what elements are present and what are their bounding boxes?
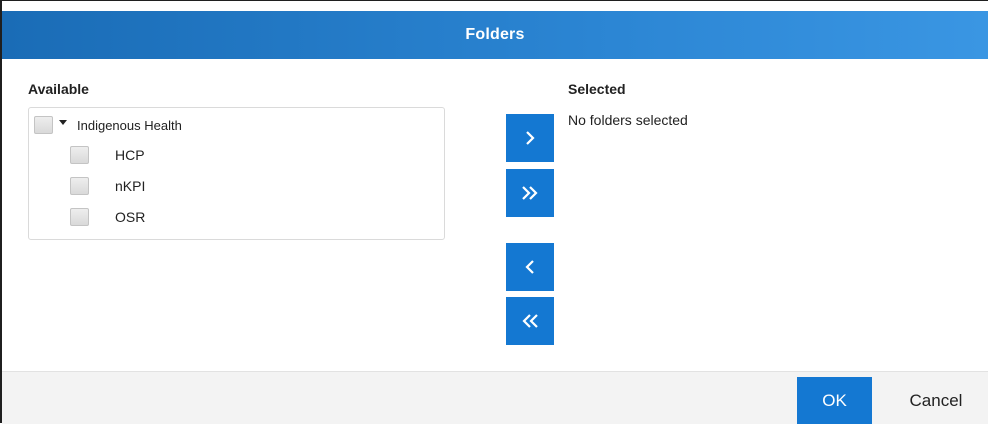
double-chevron-right-icon: [522, 186, 538, 200]
remove-all-button[interactable]: [506, 297, 554, 345]
tree-node-root: Indigenous Health: [34, 116, 182, 134]
double-chevron-left-icon: [522, 314, 538, 328]
caret-down-icon[interactable]: [59, 119, 67, 125]
checkbox-osr[interactable]: [70, 208, 89, 226]
selected-empty-text: No folders selected: [568, 112, 688, 128]
dialog-titlebar: Folders: [2, 11, 988, 59]
tree-node-label-osr: OSR: [115, 209, 146, 225]
tree-node-label-hcp: HCP: [115, 147, 145, 163]
chevron-right-icon: [526, 131, 535, 145]
selected-label: Selected: [568, 81, 626, 97]
tree-node-child: OSR: [70, 208, 145, 226]
ok-button[interactable]: OK: [797, 377, 872, 424]
tree-node-child: nKPI: [70, 177, 145, 195]
checkbox-nkpi[interactable]: [70, 177, 89, 195]
available-folders-tree: Indigenous Health HCP nKPI OSR: [28, 107, 445, 240]
tree-node-label-nkpi: nKPI: [115, 178, 146, 194]
tree-node-child: HCP: [70, 146, 145, 164]
move-selected-button[interactable]: [506, 114, 554, 162]
tree-node-label-indigenous-health: Indigenous Health: [77, 117, 182, 133]
chevron-left-icon: [525, 260, 534, 274]
remove-selected-button[interactable]: [506, 243, 554, 291]
move-all-button[interactable]: [506, 169, 554, 217]
checkbox-indigenous-health[interactable]: [34, 116, 53, 134]
dialog-title: Folders: [465, 26, 525, 43]
available-label: Available: [28, 81, 89, 97]
cancel-button[interactable]: Cancel: [888, 377, 984, 424]
folders-dialog: Folders Available Indigenous Health HCP …: [0, 0, 988, 424]
checkbox-hcp[interactable]: [70, 146, 89, 164]
